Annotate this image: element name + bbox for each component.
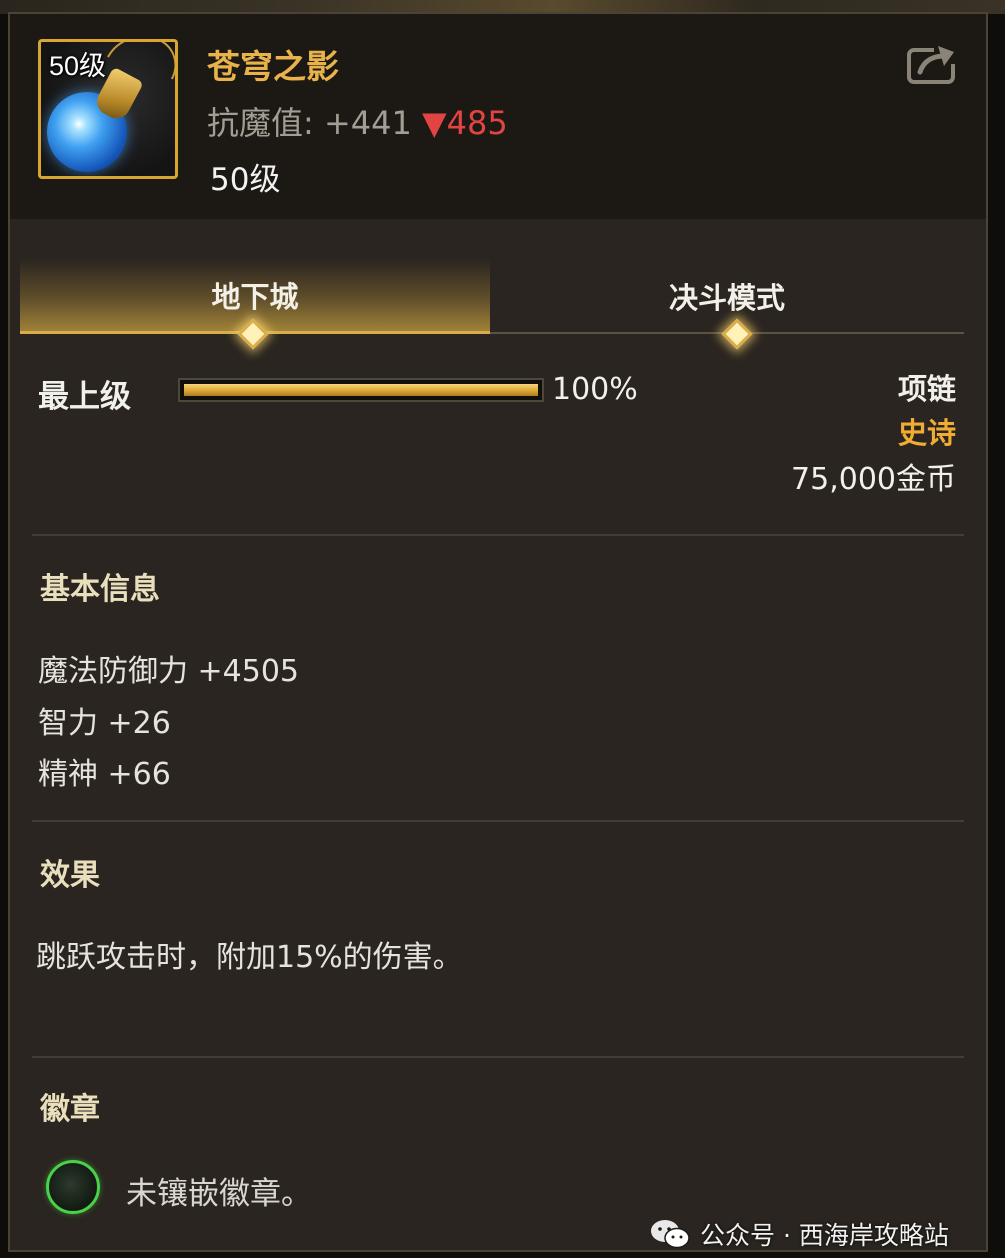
item-slot-type: 项链	[897, 372, 956, 406]
watermark: 公众号 · 西海岸攻略站	[650, 1210, 949, 1258]
item-tooltip-panel: 50级 苍穹之影 抗魔值: +441 ▼485 50级 地下城 决斗模式 最上级	[8, 12, 988, 1252]
stat-magic-defense: 魔法防御力 +4505	[38, 654, 300, 689]
magic-resistance-value: +441	[323, 104, 412, 142]
share-button[interactable]	[906, 42, 958, 86]
upgrade-progress-bar	[178, 378, 544, 402]
mode-tabs: 地下城 决斗模式	[20, 259, 964, 350]
basic-info-title: 基本信息	[40, 572, 160, 607]
upgrade-progress-fill	[184, 384, 538, 396]
divider	[32, 1056, 964, 1058]
item-header: 50级 苍穹之影 抗魔值: +441 ▼485 50级	[10, 14, 986, 219]
item-price: 75,000金币	[791, 462, 956, 497]
emblem-slot-icon[interactable]	[46, 1160, 100, 1214]
wechat-icon	[651, 1220, 690, 1249]
watermark-text: 公众号 · 西海岸攻略站	[700, 1221, 949, 1250]
upgrade-progress-text: 100%	[552, 372, 638, 407]
emblem-title: 徽章	[40, 1092, 100, 1127]
item-level-badge: 50级	[49, 51, 107, 81]
necklace-blue-orb-icon: 50级	[38, 39, 178, 179]
upgrade-rank-label: 最上级	[38, 379, 131, 415]
divider	[32, 820, 964, 822]
stat-intelligence: 智力 +26	[38, 706, 171, 741]
magic-resistance-diff: 485	[446, 104, 508, 142]
tab-pvp-label: 决斗模式	[668, 280, 785, 315]
emblem-status: 未镶嵌徽章。	[126, 1176, 312, 1212]
required-level: 50级	[210, 162, 281, 198]
magic-resistance: 抗魔值: +441 ▼485	[207, 98, 508, 144]
effect-title: 效果	[40, 858, 100, 893]
divider	[32, 534, 964, 536]
tab-dungeon-label: 地下城	[211, 280, 299, 314]
share-icon	[907, 42, 958, 84]
tab-pvp[interactable]: 决斗模式	[490, 259, 964, 334]
item-rarity: 史诗	[897, 416, 956, 450]
magic-resistance-diff-arrow: ▼	[422, 104, 447, 142]
item-name: 苍穹之影	[207, 47, 339, 86]
effect-description: 跳跃攻击时，附加15%的伤害。	[36, 940, 463, 975]
magic-resistance-label: 抗魔值:	[207, 104, 314, 142]
stat-spirit: 精神 +66	[38, 757, 171, 792]
